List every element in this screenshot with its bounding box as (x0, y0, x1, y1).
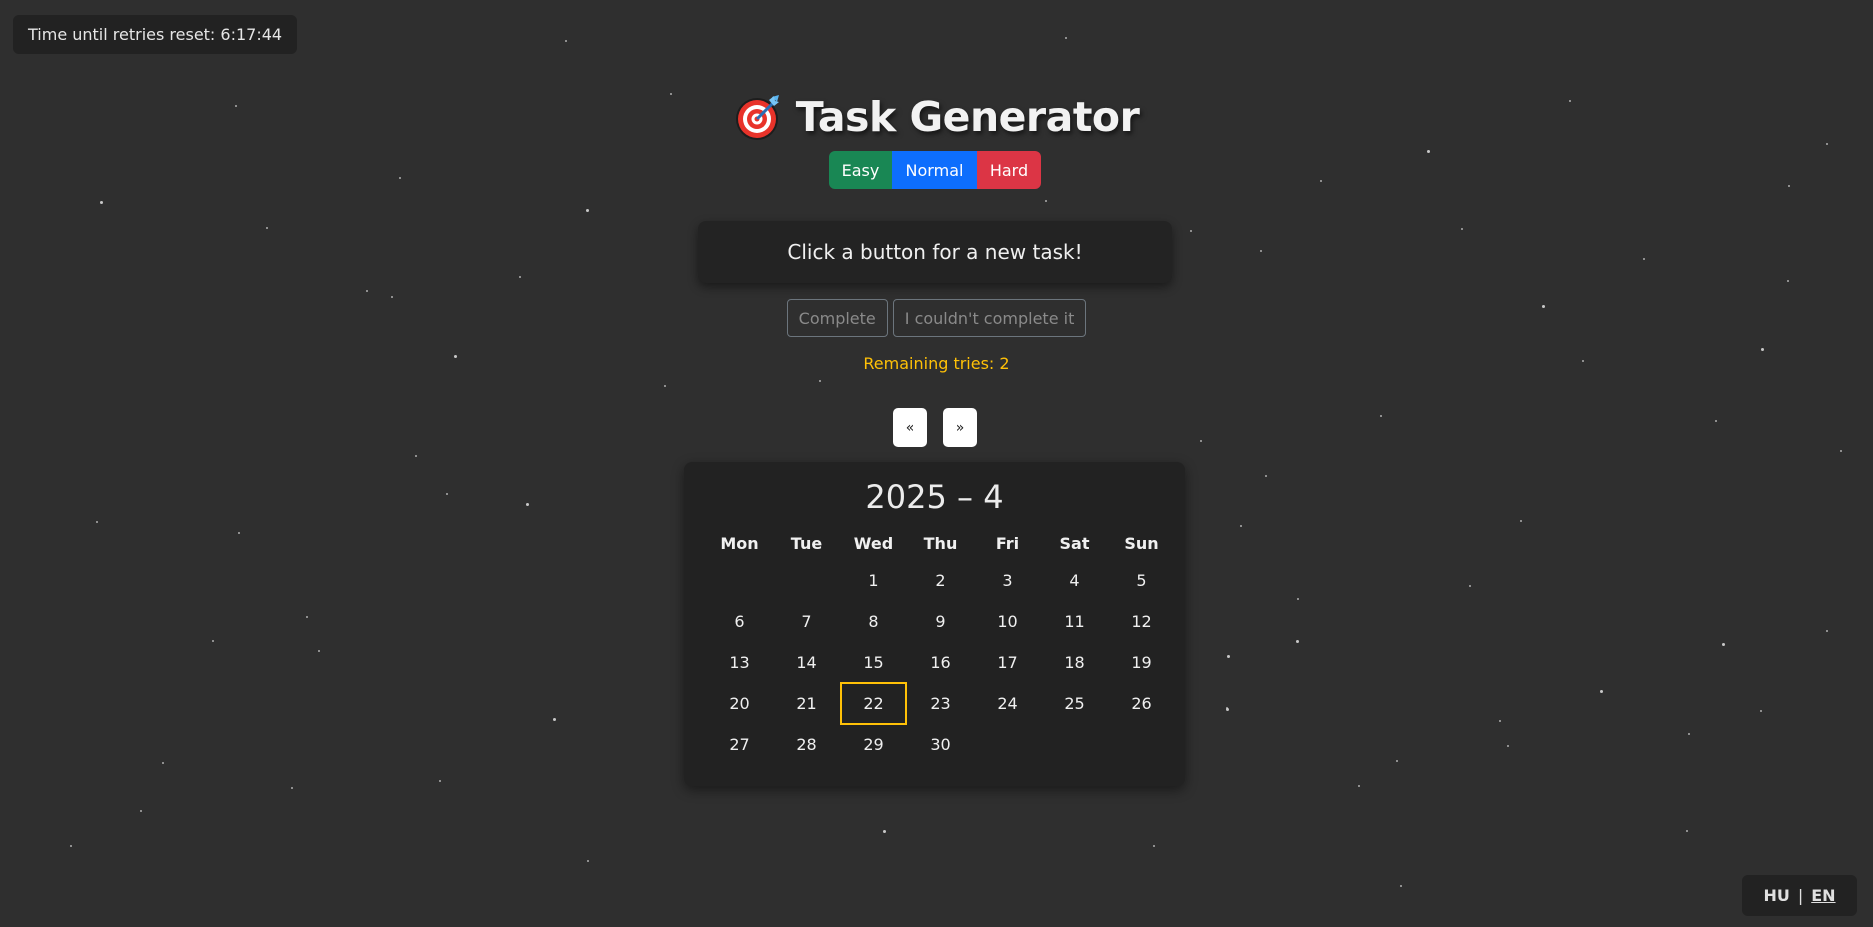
language-en-link[interactable]: EN (1811, 886, 1835, 905)
calendar-day[interactable]: 27 (706, 724, 773, 765)
calendar-day[interactable]: 11 (1041, 601, 1108, 642)
calendar-day[interactable]: 14 (773, 642, 840, 683)
calendar-day[interactable]: 3 (974, 560, 1041, 601)
next-month-button[interactable]: » (943, 408, 977, 447)
calendar-day[interactable]: 5 (1108, 560, 1175, 601)
weekday-header: Fri (995, 534, 1020, 553)
weekday-header: Mon (720, 534, 759, 553)
calendar-day[interactable]: 1 (840, 560, 907, 601)
previous-month-button[interactable]: « (893, 408, 927, 447)
normal-button[interactable]: Normal (892, 151, 977, 189)
weekday-header: Thu (923, 534, 958, 553)
calendar-day[interactable]: 23 (907, 683, 974, 724)
task-text: Click a button for a new task! (787, 240, 1083, 264)
calendar-day[interactable]: 21 (773, 683, 840, 724)
complete-button[interactable]: Complete (786, 299, 888, 337)
easy-button[interactable]: Easy (829, 151, 892, 189)
weekday-header: Sun (1124, 534, 1159, 553)
calendar-day[interactable]: 9 (907, 601, 974, 642)
calendar-day[interactable]: 8 (840, 601, 907, 642)
calendar-day[interactable]: 26 (1108, 683, 1175, 724)
calendar-day[interactable]: 10 (974, 601, 1041, 642)
target-dart-icon (735, 95, 779, 140)
calendar-day[interactable]: 12 (1108, 601, 1175, 642)
calendar-day[interactable]: 24 (974, 683, 1041, 724)
calendar-day[interactable]: 6 (706, 601, 773, 642)
calendar-day[interactable]: 28 (773, 724, 840, 765)
calendar-day[interactable]: 17 (974, 642, 1041, 683)
task-display: Click a button for a new task! (698, 221, 1172, 283)
calendar-day[interactable]: 13 (706, 642, 773, 683)
language-hu-link[interactable]: HU (1763, 886, 1789, 905)
calendar-day[interactable]: 30 (907, 724, 974, 765)
language-separator: | (1797, 886, 1804, 905)
calendar-day[interactable]: 19 (1108, 642, 1175, 683)
calendar-day[interactable]: 7 (773, 601, 840, 642)
calendar-day[interactable]: 16 (907, 642, 974, 683)
calendar-day[interactable]: 2 (907, 560, 974, 601)
calendar-day[interactable]: 15 (840, 642, 907, 683)
calendar-day[interactable]: 20 (706, 683, 773, 724)
hard-button[interactable]: Hard (977, 151, 1041, 189)
weekday-header: Sat (1059, 534, 1090, 553)
calendar-day-today[interactable]: 22 (840, 682, 907, 725)
weekday-header: Wed (853, 534, 894, 553)
weekday-header: Tue (790, 534, 823, 553)
difficulty-button-group: Easy Normal Hard (829, 151, 1041, 189)
calendar: 2025 – 4 Mon Tue Wed Thu Fri Sat Sun 1 2 3 4 5 6 7 8 9 1… (684, 462, 1185, 786)
task-actions: Complete I couldn't complete it (0, 299, 1873, 337)
calendar-empty-cell (773, 560, 840, 601)
calendar-empty-cell (706, 560, 773, 601)
calendar-title: 2025 – 4 (865, 478, 1004, 516)
calendar-grid: Mon Tue Wed Thu Fri Sat Sun 1 2 3 4 5 6 7 8 9 10 11 12 13 14… (706, 527, 1175, 765)
calendar-day[interactable]: 18 (1041, 642, 1108, 683)
page-header: Task Generator (0, 92, 1873, 142)
could-not-complete-button[interactable]: I couldn't complete it (892, 299, 1087, 337)
retry-reset-timer: Time until retries reset: 6:17:44 (13, 15, 298, 54)
month-navigation: « » (893, 408, 977, 447)
remaining-tries: Remaining tries: 2 (863, 354, 1010, 373)
calendar-day[interactable]: 29 (840, 724, 907, 765)
calendar-day[interactable]: 4 (1041, 560, 1108, 601)
language-switcher: HU | EN (1742, 875, 1857, 916)
calendar-day[interactable]: 25 (1041, 683, 1108, 724)
page-title: Task Generator (795, 93, 1140, 141)
